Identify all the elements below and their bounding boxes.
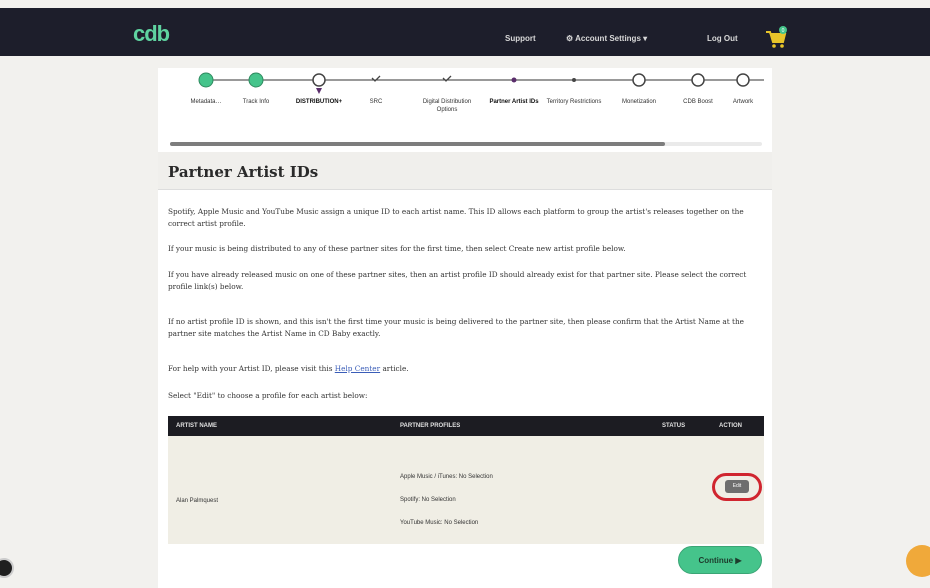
step-label-monetization[interactable]: Monetization xyxy=(609,98,669,106)
already-released-paragraph: If you have already released music on on… xyxy=(168,270,747,291)
step-7-dot-icon xyxy=(572,78,576,82)
help-center-link[interactable]: Help Center xyxy=(335,364,380,373)
select-instruction: Select "Edit" to choose a profile for ea… xyxy=(168,391,368,400)
chevron-down-icon: ▾ xyxy=(643,34,648,43)
artist-name-cell: Alan Palmquest xyxy=(176,498,219,504)
step-label-artwork[interactable]: Artwork xyxy=(713,98,773,106)
help-paragraph: For help with your Artist ID, please vis… xyxy=(168,363,760,375)
stepper-scroll-thumb[interactable] xyxy=(170,142,665,146)
step-10-empty-icon xyxy=(736,73,750,87)
step-8-empty-icon xyxy=(632,73,646,87)
step-label-partner-artist-ids[interactable]: Partner Artist IDs xyxy=(484,98,544,106)
step-label-territory[interactable]: Territory Restrictions xyxy=(544,98,604,106)
cdbaby-logo[interactable]: cdb xyxy=(133,21,170,47)
intro-paragraph: Spotify, Apple Music and YouTube Music a… xyxy=(168,207,744,228)
table-header-row: ARTIST NAME PARTNER PROFILES STATUS ACTI… xyxy=(168,416,764,436)
logout-link[interactable]: Log Out xyxy=(707,34,738,43)
header-status: STATUS xyxy=(662,423,686,429)
step-label-track-info[interactable]: Track Info xyxy=(226,98,286,106)
artist-profiles-table: ARTIST NAME PARTNER PROFILES STATUS ACTI… xyxy=(168,416,764,544)
step-label-distribution[interactable]: DISTRIBUTION+ xyxy=(289,98,349,106)
account-settings-menu[interactable]: ⚙ Account Settings ▾ xyxy=(566,34,647,43)
header-partner-profiles: PARTNER PROFILES xyxy=(400,423,461,429)
cart-icon[interactable]: 0 xyxy=(764,26,788,50)
youtube-music-profile: YouTube Music: No Selection xyxy=(400,520,479,526)
page-title: Partner Artist IDs xyxy=(168,163,319,181)
header-artist-name: ARTIST NAME xyxy=(176,423,217,429)
gear-icon: ⚙ xyxy=(566,34,576,43)
help-suffix: article. xyxy=(380,364,409,373)
apple-music-profile: Apple Music / iTunes: No Selection xyxy=(400,474,493,480)
cart-count: 0 xyxy=(782,28,785,34)
edit-button[interactable]: Edit xyxy=(725,480,749,493)
step-label-digital-distribution[interactable]: Digital Distribution Options xyxy=(417,98,477,114)
no-profile-paragraph: If no artist profile ID is shown, and th… xyxy=(168,317,744,338)
continue-button[interactable]: Continue ▶ xyxy=(678,546,762,574)
step-1-done-icon xyxy=(198,72,214,88)
step-6-active-icon xyxy=(511,77,517,83)
spotify-profile: Spotify: No Selection xyxy=(400,497,456,503)
current-step-marker-icon xyxy=(316,88,322,94)
top-navigation-bar: cdb Support ⚙ Account Settings ▾ Log Out… xyxy=(0,8,930,56)
header-action: ACTION xyxy=(719,423,742,429)
step-2-done-icon xyxy=(248,72,264,88)
chat-icon[interactable] xyxy=(906,545,930,577)
help-prefix: For help with your Artist ID, please vis… xyxy=(168,364,335,373)
step-9-empty-icon xyxy=(691,73,705,87)
first-time-paragraph: If your music is being distributed to an… xyxy=(168,244,626,253)
support-link[interactable]: Support xyxy=(505,34,536,43)
step-label-src[interactable]: SRC xyxy=(346,98,406,106)
step-3-current-icon xyxy=(312,73,326,87)
table-row: Alan Palmquest Apple Music / iTunes: No … xyxy=(168,436,764,544)
account-settings-label: Account Settings xyxy=(575,34,641,43)
